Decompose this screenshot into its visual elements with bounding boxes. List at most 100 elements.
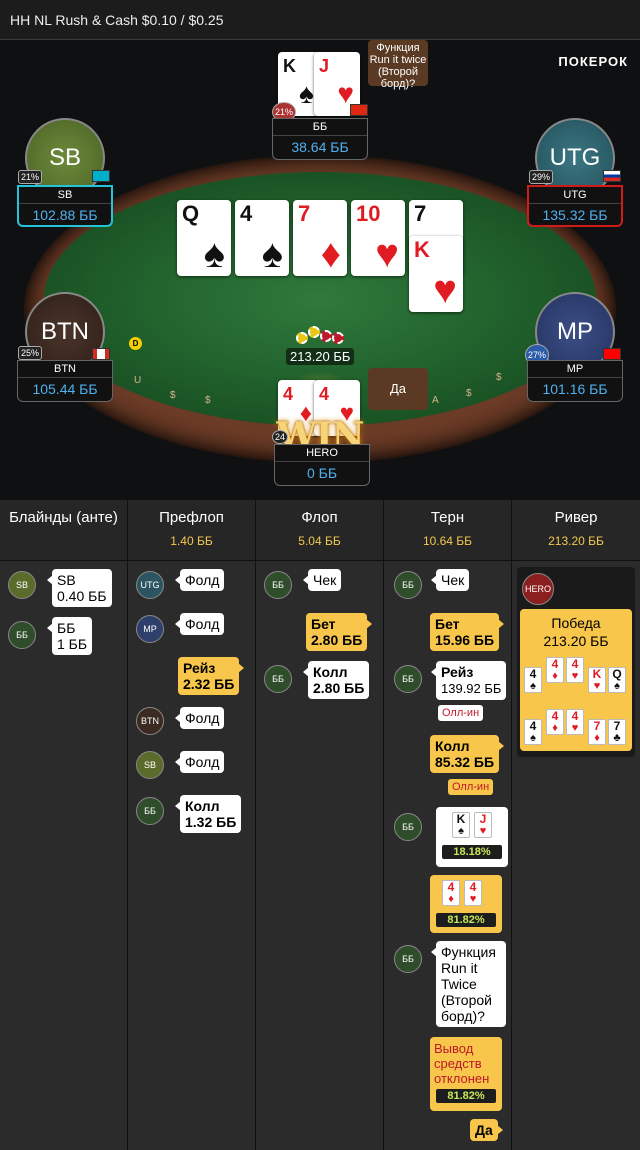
action-bubble-hero: Бет 15.96 ББ <box>430 613 505 651</box>
seat-mp[interactable]: MP 101.16 ББ <box>527 360 623 402</box>
showdown-box: K ♠ J ♥ 18.18% <box>436 807 508 867</box>
position-badge: ББ <box>136 797 164 825</box>
turn-column: ББ Чек Бет 15.96 ББ ББ Рейз 139.92 ББ Олл-… <box>384 561 512 1150</box>
poker-table-area: ПОКЕРОК U $ $ A $ $ Q♠ 4♠ 7♦ 10♥ 7♣ K♥ 2… <box>0 40 640 500</box>
winner-box: Победа 213.20 ББ 4 ♠ 4 ♦ 4 ♥ K ♥ Q ♠ 4 ♠ 4 ♦ 4 ♥… <box>520 609 632 751</box>
dealer-button: D <box>129 337 142 350</box>
mini-card: 4 ♠ <box>524 667 542 693</box>
china-flag-icon <box>350 104 368 116</box>
utg-stat-badge: 29% <box>529 170 554 184</box>
all-in-tag: Олл-ин <box>438 705 484 721</box>
brand-logo: ПОКЕРОК <box>558 54 628 69</box>
seat-btn[interactable]: BTN 105.44 ББ <box>17 360 113 402</box>
position-badge: MP <box>136 615 164 643</box>
rail-letter: $ <box>205 395 211 406</box>
mini-card: 7 ♦ <box>588 719 606 745</box>
position-badge: ББ <box>8 621 36 649</box>
seat-hero[interactable]: HERO 0 ББ <box>274 444 370 486</box>
action-bubble: Фолд <box>174 707 225 729</box>
position-badge: ББ <box>394 571 422 599</box>
action-bubble: Колл 1.32 ББ <box>174 795 242 833</box>
sb-stat-badge: 21% <box>18 170 43 184</box>
action-bubble: Фолд <box>174 569 225 591</box>
pot-chips <box>294 324 346 346</box>
hero-chat-bubble: Да <box>368 368 428 410</box>
board-card: 10 ♥ <box>351 200 405 276</box>
action-bubble: ББ 1 ББ <box>46 617 93 655</box>
mini-card: 4 ♥ <box>566 657 584 683</box>
rail-letter: U <box>134 375 142 386</box>
board-card: 7 ♦ <box>293 200 347 276</box>
board-card: Q ♠ <box>177 200 231 276</box>
bb-chat-bubble: Функция Run it twice (Второй борд)? <box>368 40 428 90</box>
showdown-box-hero: 4 ♦ 4 ♥ 81.82% <box>430 875 502 933</box>
hero-stat-badge: 24 <box>272 430 289 444</box>
street-header: Блайнды (анте) <box>0 500 128 560</box>
mini-card: Q ♠ <box>608 667 626 693</box>
action-bubble: Колл 2.80 ББ <box>302 661 370 699</box>
street-header: Терн 10.64 ББ <box>384 500 512 560</box>
seat-utg[interactable]: UTG 135.32 ББ <box>527 185 623 227</box>
action-bubble: Функция Run it Twice (Второй борд)? <box>431 941 506 1027</box>
action-bubble: Рейз 139.92 ББ <box>430 661 507 700</box>
mini-card: 4 ♠ <box>524 719 542 745</box>
equity-label: 81.82% <box>436 913 496 927</box>
street-header: Префлоп 1.40 ББ <box>128 500 256 560</box>
rail-letter: $ <box>170 390 176 401</box>
action-bubble-hero: Рейз 2.32 ББ <box>178 657 245 695</box>
position-badge: ББ <box>394 945 422 973</box>
result-label: Победа <box>551 615 601 631</box>
cashout-declined-label: Вывод средств отклонен <box>434 1041 490 1086</box>
position-badge: SB <box>136 751 164 779</box>
taiwan-flag-icon <box>603 348 621 360</box>
action-bubble-hero: Бет 2.80 ББ <box>306 613 373 651</box>
kazakhstan-flag-icon <box>92 170 110 182</box>
rail-letter: $ <box>466 388 472 399</box>
position-badge: ББ <box>264 571 292 599</box>
seat-bb[interactable]: ББ 38.64 ББ <box>272 118 368 160</box>
mini-card: 4 ♥ <box>566 709 584 735</box>
action-bubble-hero: Колл 85.32 ББ <box>430 735 505 773</box>
position-badge: BTN <box>136 707 164 735</box>
position-badge: HERO <box>522 573 554 605</box>
mini-card: 4 ♥ <box>464 880 482 906</box>
mini-card: 4 ♦ <box>442 880 460 906</box>
seat-sb[interactable]: SB 102.88 ББ <box>17 185 113 227</box>
position-badge: UTG <box>136 571 164 599</box>
all-in-tag: Олл-ин <box>448 779 494 795</box>
street-header: Флоп 5.04 ББ <box>256 500 384 560</box>
mini-card: 7 ♣ <box>608 719 626 745</box>
street-header: Ривер 213.20 ББ <box>512 500 640 560</box>
cashout-box: Вывод средств отклонен 81.82% <box>430 1037 502 1111</box>
btn-stat-badge: 25% <box>18 346 43 360</box>
rail-letter: A <box>432 395 439 406</box>
russia-flag-icon <box>603 170 621 182</box>
action-bubble: Фолд <box>174 751 225 773</box>
board-card: 4 ♠ <box>235 200 289 276</box>
mini-card: 4 ♦ <box>546 709 564 735</box>
position-badge: ББ <box>394 813 422 841</box>
position-badge: ББ <box>394 665 422 693</box>
mini-card: 4 ♦ <box>546 657 564 683</box>
position-badge: SB <box>8 571 36 599</box>
blinds-column: SB SB 0.40 ББ ББ ББ 1 ББ <box>0 561 128 1150</box>
mini-card: K ♥ <box>588 667 606 693</box>
window-title: HH NL Rush & Cash $0.10 / $0.25 <box>0 0 640 40</box>
equity-label: 18.18% <box>442 845 502 859</box>
action-bubble: Фолд <box>174 613 225 635</box>
mini-card: J ♥ <box>474 812 492 838</box>
preflop-column: UTG Фолд MP Фолд Рейз 2.32 ББ BTN Фолд SB… <box>128 561 256 1150</box>
position-badge: ББ <box>264 665 292 693</box>
pot-amount: 213.20 ББ <box>286 348 355 365</box>
action-bubble: Чек <box>430 569 470 591</box>
action-bubble: SB 0.40 ББ <box>47 569 112 607</box>
action-bubble: Чек <box>302 569 342 591</box>
equity-label: 81.82% <box>436 1089 496 1103</box>
river-column: HERO Победа 213.20 ББ 4 ♠ 4 ♦ 4 ♥ K ♥ Q ♠ 4 ♠ … <box>512 561 640 1150</box>
canada-flag-icon <box>92 348 110 360</box>
action-bubble-hero: Да <box>470 1119 503 1141</box>
hand-history: Блайнды (анте) Префлоп 1.40 ББ Флоп 5.04 Б… <box>0 500 640 1150</box>
rail-letter: $ <box>496 372 502 383</box>
mini-card: K ♠ <box>452 812 470 838</box>
flop-column: ББ Чек Бет 2.80 ББ ББ Колл 2.80 ББ <box>256 561 384 1150</box>
